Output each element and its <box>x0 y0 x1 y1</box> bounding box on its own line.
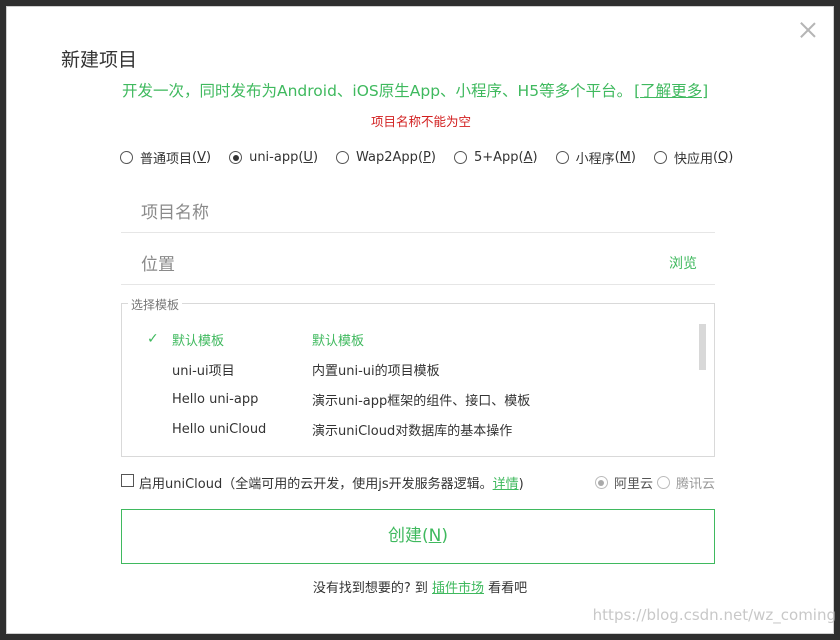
radio-normal-project[interactable]: 普通项目(V) <box>120 148 211 167</box>
project-type-group: 普通项目(V) uni-app(U) Wap2App(P) 5+App(A) 小… <box>120 148 733 167</box>
radio-label: 快应用 <box>673 152 713 167</box>
create-hotkey: N <box>428 526 442 546</box>
radio-circle <box>653 151 667 164</box>
template-desc: 演示uniCloud对数据库的基本操作 <box>312 423 513 439</box>
radio-label: Wap2App <box>356 150 418 165</box>
template-name: Hello uni-app <box>172 391 259 407</box>
template-name: Hello uniCloud <box>172 421 267 437</box>
learn-more-link[interactable]: [了解更多] <box>634 82 708 100</box>
template-desc: 默认模板 <box>312 333 365 349</box>
radio-hotkey: V <box>197 150 206 165</box>
radio-aliyun[interactable]: 阿里云 <box>594 473 653 492</box>
radio-circle <box>336 151 350 164</box>
unicloud-row: 启用uniCloud（全端可用的云开发，使用js开发服务器逻辑。详情) 阿里云 … <box>121 473 715 493</box>
radio-hotkey: M <box>619 150 631 165</box>
location-placeholder: 位置 <box>141 255 175 275</box>
template-row-hello-uni-app[interactable]: Hello uni-app 演示uni-app框架的组件、接口、模板 <box>122 384 692 414</box>
radio-hotkey: A <box>523 150 533 165</box>
footer-hint: 没有找到想要的? 到 插件市场 看看吧 <box>7 577 833 596</box>
radio-quick-app[interactable]: 快应用(Q) <box>653 148 733 167</box>
template-desc: 演示uni-app框架的组件、接口、模板 <box>312 393 531 409</box>
footer-suffix: 看看吧 <box>484 581 528 596</box>
radio-tencent-cloud[interactable]: 腾讯云 <box>656 473 715 492</box>
checkmark-icon: ✓ <box>147 331 159 347</box>
cloud-provider-group: 阿里云 腾讯云 <box>591 473 715 492</box>
watermark: https://blog.csdn.net/wz_coming <box>592 606 836 624</box>
radio-label: 5+App <box>473 150 519 165</box>
create-button[interactable]: 创建(N) <box>121 509 715 564</box>
radio-circle <box>453 151 467 164</box>
dialog-subtitle: 开发一次，同时发布为Android、iOS原生App、小程序、H5等多个平台。[… <box>122 79 708 101</box>
template-name: uni-ui项目 <box>172 363 235 379</box>
radio-label: uni-app <box>249 150 299 165</box>
radio-wap2app[interactable]: Wap2App(P) <box>336 148 436 167</box>
subtitle-text: 开发一次，同时发布为Android、iOS原生App、小程序、H5等多个平台。 <box>122 82 633 100</box>
create-label-end: ) <box>441 526 448 546</box>
browse-button[interactable]: 浏览 <box>669 253 697 273</box>
close-icon[interactable] <box>799 21 817 39</box>
radio-hotkey: Q <box>718 150 729 165</box>
radio-circle <box>120 151 133 164</box>
template-row-uni-ui[interactable]: uni-ui项目 内置uni-ui的项目模板 <box>122 354 692 384</box>
radio-hotkey: U <box>303 150 313 165</box>
template-legend: 选择模板 <box>128 296 183 313</box>
radio-circle <box>229 151 243 164</box>
radio-label: 腾讯云 <box>675 477 715 492</box>
radio-label: 小程序 <box>575 152 615 167</box>
radio-hotkey: P <box>423 150 431 165</box>
radio-5plus-app[interactable]: 5+App(A) <box>453 148 538 167</box>
project-name-field[interactable]: 项目名称 <box>121 181 715 233</box>
radio-circle <box>656 476 670 489</box>
radio-uni-app[interactable]: uni-app(U) <box>229 148 318 167</box>
plugin-market-link[interactable]: 插件市场 <box>432 581 484 596</box>
unicloud-details-link[interactable]: 详情 <box>493 477 519 492</box>
validation-error: 项目名称不能为空 <box>370 114 471 129</box>
template-name: 默认模板 <box>172 333 225 349</box>
create-label: 创建( <box>388 526 429 546</box>
radio-circle <box>555 151 569 164</box>
radio-circle <box>594 476 608 489</box>
radio-mini-program[interactable]: 小程序(M) <box>555 148 636 167</box>
footer-prefix: 没有找到想要的? 到 <box>312 581 432 596</box>
radio-label: 普通项目 <box>140 152 193 167</box>
radio-label: 阿里云 <box>613 477 653 492</box>
location-field[interactable]: 位置 浏览 <box>121 233 715 285</box>
template-scrollbar[interactable] <box>699 324 706 370</box>
unicloud-checkbox[interactable] <box>121 474 134 487</box>
unicloud-label-end: ) <box>518 477 524 492</box>
dialog-title: 新建项目 <box>61 49 138 71</box>
template-row-default[interactable]: ✓ 默认模板 默认模板 <box>122 324 692 354</box>
unicloud-label-text: 启用uniCloud（全端可用的云开发，使用js开发服务器逻辑。 <box>139 477 493 492</box>
project-name-placeholder: 项目名称 <box>141 203 209 223</box>
template-desc: 内置uni-ui的项目模板 <box>312 363 440 379</box>
template-list: 选择模板 ✓ 默认模板 默认模板 uni-ui项目 内置uni-ui的项目模板 … <box>121 296 715 457</box>
new-project-dialog: 新建项目 开发一次，同时发布为Android、iOS原生App、小程序、H5等多… <box>6 6 834 634</box>
unicloud-label: 启用uniCloud（全端可用的云开发，使用js开发服务器逻辑。详情) <box>139 473 524 492</box>
template-row-hello-unicloud[interactable]: Hello uniCloud 演示uniCloud对数据库的基本操作 <box>122 414 692 444</box>
